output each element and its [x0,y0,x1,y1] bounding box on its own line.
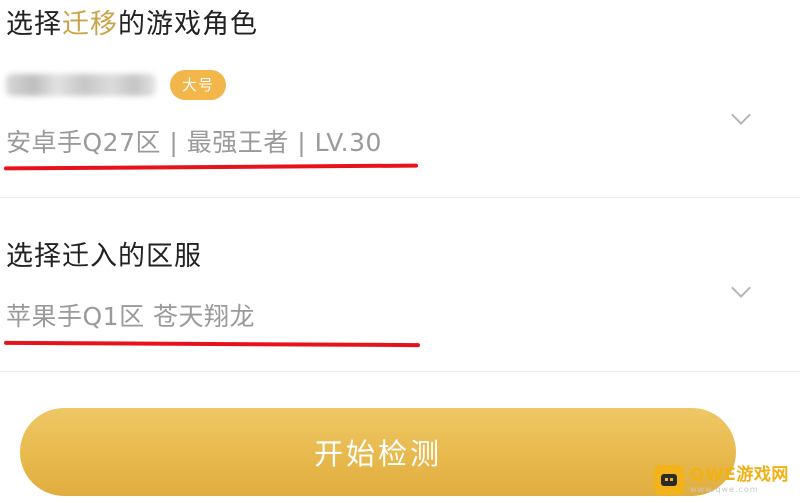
site-watermark: QWE游戏网 www.qwe.com [654,462,794,498]
role-value-red-underline [3,163,419,171]
section-divider [0,197,800,198]
account-row: 大号 [6,68,227,102]
section-divider [0,371,800,372]
migrate-role-title-suffix: 的游戏角色 [118,9,258,40]
chevron-down-icon[interactable] [731,105,751,125]
chevron-down-icon[interactable] [731,278,751,298]
migrate-role-title-highlight: 迁移 [62,9,118,40]
migrate-role-title: 选择迁移的游戏角色 [6,8,258,42]
role-select-value[interactable]: 安卓手Q27区 | 最强王者 | LV.30 [6,126,382,160]
server-select-value[interactable]: 苹果手Q1区 苍天翔龙 [6,300,255,334]
start-check-button[interactable]: 开始检测 [20,408,736,496]
migrate-role-title-prefix: 选择 [6,9,62,40]
server-value-red-underline [3,340,421,348]
watermark-main-text: QWE游戏网 [690,465,789,485]
watermark-sub-text: www.qwe.com [690,485,759,494]
account-badge: 大号 [170,70,227,100]
target-server-title: 选择迁入的区服 [6,241,202,272]
blurred-account-name [6,74,156,96]
gamepad-logo-icon [654,465,684,495]
watermark-text: QWE游戏网 www.qwe.com [690,465,789,495]
